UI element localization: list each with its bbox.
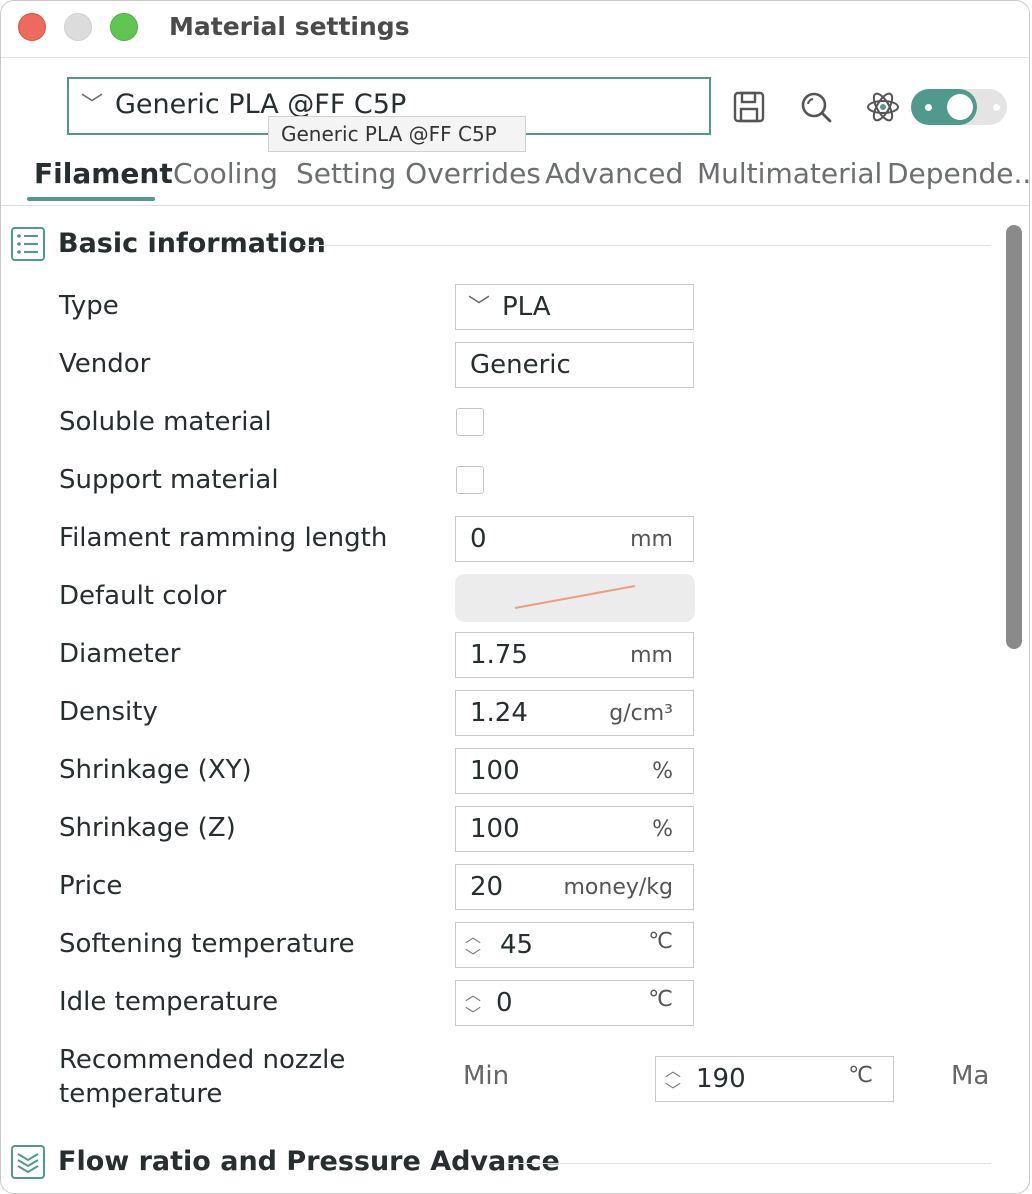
support-material-checkbox[interactable] [456,466,484,494]
tab-dependencies[interactable]: Depende... [887,157,1029,190]
title-bar: Material settings [1,1,1029,58]
diameter-unit: mm [630,643,673,668]
settings-content: Basic information Type ﹀ PLA Vendor Gene… [1,205,1001,1193]
nozzle-min-unit: ℃ [848,1063,873,1088]
idle-temperature-unit: ℃ [648,987,673,1012]
shrinkage-z-unit: % [652,817,673,842]
toggle-dot [993,104,1000,111]
spin-buttons[interactable]: ︿ ﹀ [462,985,484,1023]
active-tab-indicator [27,197,155,201]
softening-temperature-label: Softening temperature [59,929,355,959]
price-value: 20 [470,872,504,902]
density-unit: g/cm³ [609,701,673,726]
atom-icon[interactable] [863,87,903,127]
toggle-knob [947,94,973,120]
spin-buttons[interactable]: ︿ ﹀ [662,1061,684,1099]
nozzle-min-label: Min [463,1061,510,1091]
type-dropdown[interactable]: ﹀ PLA [455,284,694,330]
price-field[interactable]: 20 money/kg [455,864,694,910]
price-label: Price [59,871,123,901]
toggle-dot [925,104,932,111]
chevron-up-icon[interactable]: ︿ [662,1063,684,1079]
tab-bar: Filament Cooling Setting Overrides Advan… [1,151,1029,206]
list-icon [11,226,45,262]
search-icon[interactable] [796,87,836,127]
vendor-field[interactable]: Generic [455,342,694,388]
minimize-window-button[interactable] [64,13,92,41]
default-color-label: Default color [59,581,227,611]
layers-icon [11,1144,45,1180]
section-title: Basic information [58,228,326,259]
ramming-length-field[interactable]: 0 mm [455,516,694,562]
density-label: Density [59,697,158,727]
chevron-down-icon[interactable]: ﹀ [462,1007,484,1023]
density-value: 1.24 [470,698,528,728]
shrinkage-z-value: 100 [470,814,520,844]
material-settings-window: Material settings ﹀ Generic PLA @FF C5P … [0,0,1030,1194]
ramming-length-value: 0 [470,524,487,554]
shrinkage-xy-unit: % [652,759,673,784]
shrinkage-xy-label: Shrinkage (XY) [59,755,252,785]
chevron-up-icon[interactable]: ︿ [462,987,484,1003]
chevron-down-icon[interactable]: ﹀ [462,949,484,965]
shrinkage-z-label: Shrinkage (Z) [59,813,236,843]
tab-setting-overrides[interactable]: Setting Overrides [296,157,541,190]
vertical-scrollbar[interactable] [1005,225,1023,1193]
ramming-length-label: Filament ramming length [59,523,388,553]
diameter-field[interactable]: 1.75 mm [455,632,694,678]
close-window-button[interactable] [18,13,46,41]
tab-filament[interactable]: Filament [34,157,173,190]
section-title: Flow ratio and Pressure Advance [58,1146,560,1177]
price-unit: money/kg [563,875,673,900]
nozzle-temperature-label-line2: temperature [59,1079,223,1109]
save-icon[interactable] [729,87,769,127]
nozzle-min-spinner[interactable]: ︿ ﹀ 190 ℃ [655,1056,894,1102]
preset-tooltip: Generic PLA @FF C5P [268,116,526,152]
zoom-window-button[interactable] [110,13,138,41]
diameter-label: Diameter [59,639,181,669]
shrinkage-xy-field[interactable]: 100 % [455,748,694,794]
chevron-down-icon[interactable]: ﹀ [662,1083,684,1099]
type-label: Type [59,291,119,321]
default-color-button[interactable] [455,574,695,622]
density-field[interactable]: 1.24 g/cm³ [455,690,694,736]
idle-temperature-spinner[interactable]: ︿ ﹀ 0 ℃ [455,980,694,1026]
tab-cooling[interactable]: Cooling [173,157,278,190]
soluble-material-label: Soluble material [59,407,272,437]
nozzle-min-value: 190 [696,1064,746,1094]
idle-temperature-label: Idle temperature [59,987,279,1017]
nozzle-temperature-label-line1: Recommended nozzle [59,1045,346,1075]
shrinkage-xy-value: 100 [470,756,520,786]
window-title: Material settings [169,12,410,41]
vendor-value: Generic [470,350,571,380]
scrollbar-thumb[interactable] [1006,225,1022,649]
chevron-down-icon: ﹀ [81,93,104,118]
shrinkage-z-field[interactable]: 100 % [455,806,694,852]
softening-temperature-spinner[interactable]: ︿ ﹀ 45 ℃ [455,922,694,968]
section-divider [303,245,991,246]
chevron-down-icon: ﹀ [468,295,491,320]
idle-temperature-value: 0 [496,988,513,1018]
softening-temperature-unit: ℃ [648,929,673,954]
vendor-label: Vendor [59,349,151,379]
ramming-length-unit: mm [630,527,673,552]
soluble-material-checkbox[interactable] [456,408,484,436]
chevron-up-icon[interactable]: ︿ [462,929,484,945]
spin-buttons[interactable]: ︿ ﹀ [462,927,484,965]
advanced-mode-toggle[interactable] [911,89,1007,125]
tab-advanced[interactable]: Advanced [545,157,683,190]
softening-temperature-value: 45 [500,930,534,960]
support-material-label: Support material [59,465,279,495]
section-divider [505,1163,991,1164]
nozzle-max-label: Ma [951,1061,990,1091]
type-value: PLA [502,292,551,322]
tab-multimaterial[interactable]: Multimaterial [697,157,882,190]
diameter-value: 1.75 [470,640,528,670]
